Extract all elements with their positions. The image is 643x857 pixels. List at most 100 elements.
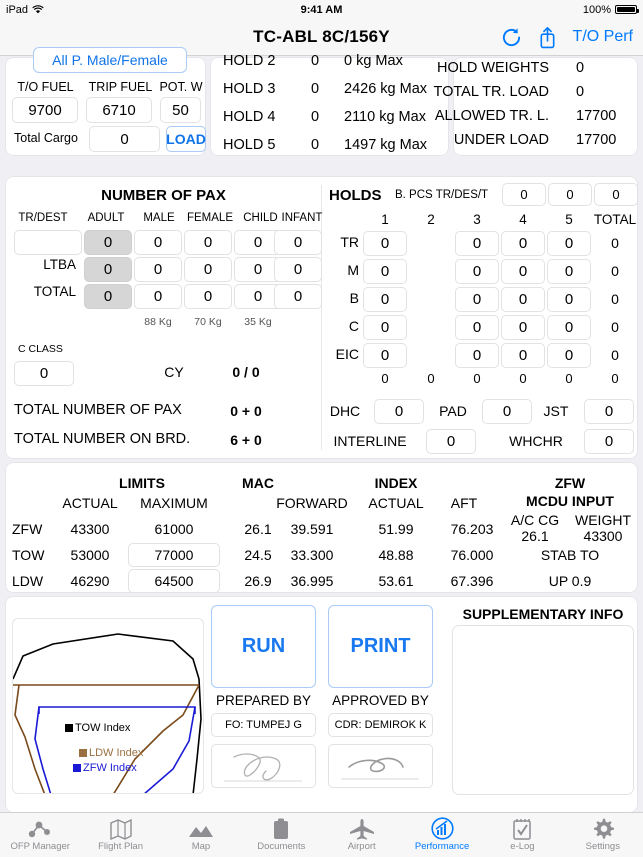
refresh-icon[interactable] <box>501 27 522 48</box>
pad-input[interactable]: 0 <box>482 399 532 424</box>
hold-cell-3[interactable]: 0 <box>455 343 499 368</box>
hold-cell-4[interactable]: 0 <box>501 343 545 368</box>
hold-row-label: C <box>348 318 359 334</box>
tab-ofp-manager[interactable]: OFP Manager <box>0 813 80 857</box>
cy-label: CY <box>164 364 184 380</box>
hold-row-label: M <box>347 262 359 278</box>
hold-cell-1[interactable]: 0 <box>363 287 407 312</box>
to-perf-link[interactable]: T/O Perf <box>573 28 633 46</box>
hold-cell-total: 0 <box>611 235 619 251</box>
interline-label: INTERLINE <box>333 433 407 449</box>
run-button[interactable]: RUN <box>211 605 316 688</box>
pax-total-infant: 0 <box>274 284 322 309</box>
zfw-index: 51.99 <box>378 521 414 537</box>
pax-female-input[interactable]: 0 <box>184 230 232 255</box>
load-button[interactable]: LOAD <box>166 126 206 152</box>
hold-cell-total: 0 <box>611 291 619 307</box>
pax-male-input[interactable]: 0 <box>134 230 182 255</box>
dhc-input[interactable]: 0 <box>374 399 424 424</box>
share-icon[interactable] <box>538 26 557 49</box>
pax-infant-input[interactable]: 0 <box>274 257 322 282</box>
trip-fuel-label: TRIP FUEL <box>88 80 153 94</box>
all-pax-male-female-button[interactable]: All P. Male/Female <box>33 47 187 73</box>
tab-flight-plan[interactable]: Flight Plan <box>80 813 160 857</box>
hold-cell-1[interactable]: 0 <box>363 259 407 284</box>
hold-cell-3[interactable]: 0 <box>455 259 499 284</box>
hold-qty[interactable]: 0 <box>311 109 319 125</box>
prepared-by-signature-pad[interactable] <box>211 744 316 788</box>
pax-dest-input[interactable] <box>14 230 82 255</box>
total-cargo-label: Total Cargo <box>14 131 78 145</box>
approved-by-name[interactable]: CDR: DEMIROK K <box>328 713 433 737</box>
tab-documents[interactable]: Documents <box>241 813 321 857</box>
pax-adult-input[interactable]: 0 <box>84 230 132 255</box>
ldw-envelope-right <box>113 684 200 793</box>
stab-to-label: STAB TO <box>540 547 600 563</box>
ldw-maximum-input[interactable]: 64500 <box>128 569 220 593</box>
ldw-aft: 67.396 <box>450 573 494 589</box>
pot-w-input[interactable]: 50 <box>160 97 201 123</box>
trip-fuel-input[interactable]: 6710 <box>86 97 152 123</box>
prepared-by-label: PREPARED BY <box>215 693 312 708</box>
pax-infant-input[interactable]: 0 <box>274 230 322 255</box>
total-cargo-input[interactable]: 0 <box>89 126 160 152</box>
battery-icon <box>615 5 639 14</box>
cg-envelope-chart[interactable]: TOW Index LDW Index ZFW Index <box>12 618 204 794</box>
b-pcs-tr-input[interactable]: 0 <box>502 183 546 206</box>
hold-qty[interactable]: 0 <box>311 137 319 153</box>
interline-input[interactable]: 0 <box>426 429 476 454</box>
hold-cell-3[interactable]: 0 <box>455 315 499 340</box>
hold-cell-3[interactable]: 0 <box>455 287 499 312</box>
b-pcs-t-input[interactable]: 0 <box>594 183 638 206</box>
prepared-by-name[interactable]: FO: TUMPEJ G <box>211 713 316 737</box>
hold-cell-5[interactable]: 0 <box>547 231 591 256</box>
hold-cell-1[interactable]: 0 <box>363 231 407 256</box>
tab-settings[interactable]: Settings <box>563 813 643 857</box>
hold-row-label: B <box>349 290 359 306</box>
tab-airport[interactable]: Airport <box>322 813 402 857</box>
hold-cell-4[interactable]: 0 <box>501 231 545 256</box>
pot-w-label: POT. W <box>159 80 203 94</box>
hold-name: HOLD 4 <box>223 108 276 125</box>
hold-cell-4[interactable]: 0 <box>501 315 545 340</box>
supplementary-info-input[interactable] <box>452 625 634 795</box>
hold-row[interactable]: HOLD 3 0 2426 kg Max <box>211 74 448 103</box>
pax-female-input[interactable]: 0 <box>184 257 232 282</box>
hold-cell-5[interactable]: 0 <box>547 287 591 312</box>
hold-cell-5[interactable]: 0 <box>547 315 591 340</box>
mcdu-acg-value: 26.1 <box>521 528 549 544</box>
tab-performance[interactable]: Performance <box>402 813 482 857</box>
b-pcs-des-input[interactable]: 0 <box>548 183 592 206</box>
hold-row[interactable]: HOLD 5 0 1497 kg Max <box>211 130 448 159</box>
hold-row[interactable]: HOLD 2 0 0 kg Max <box>211 46 448 75</box>
hold-row-label: EIC <box>335 346 359 362</box>
hold-cell-5[interactable]: 0 <box>547 343 591 368</box>
hold-cell-5[interactable]: 0 <box>547 259 591 284</box>
tab-map[interactable]: Map <box>161 813 241 857</box>
jst-input[interactable]: 0 <box>584 399 634 424</box>
hold-cell-3[interactable]: 0 <box>455 231 499 256</box>
print-button[interactable]: PRINT <box>328 605 433 688</box>
hold-name: HOLD 3 <box>223 80 276 97</box>
col-aft-label: AFT <box>450 495 478 511</box>
whchr-input[interactable]: 0 <box>584 429 634 454</box>
c-class-label: C CLASS <box>18 343 63 355</box>
to-fuel-input[interactable]: 9700 <box>12 97 78 123</box>
approved-by-signature-pad[interactable] <box>328 744 433 788</box>
hold-row[interactable]: HOLD 4 0 2110 kg Max <box>211 102 448 131</box>
hold-cell-4[interactable]: 0 <box>501 259 545 284</box>
hold-qty[interactable]: 0 <box>311 53 319 69</box>
holds-weights-panel: HOLD 2 0 0 kg Max HOLD 3 0 2426 kg Max H… <box>211 53 448 155</box>
pax-male-input[interactable]: 0 <box>134 257 182 282</box>
tab-elog[interactable]: e-Log <box>482 813 562 857</box>
tow-maximum-input[interactable]: 77000 <box>128 543 220 567</box>
pax-adult-input[interactable]: 0 <box>84 257 132 282</box>
hold-footer-4: 0 <box>519 371 527 386</box>
hold-qty[interactable]: 0 <box>311 81 319 97</box>
c-class-input[interactable]: 0 <box>14 361 74 386</box>
hold-cell-1[interactable]: 0 <box>363 315 407 340</box>
hold-cell-4[interactable]: 0 <box>501 287 545 312</box>
dhc-label: DHC <box>329 403 361 419</box>
hold-cell-1[interactable]: 0 <box>363 343 407 368</box>
holds-title: HOLDS <box>329 187 382 204</box>
